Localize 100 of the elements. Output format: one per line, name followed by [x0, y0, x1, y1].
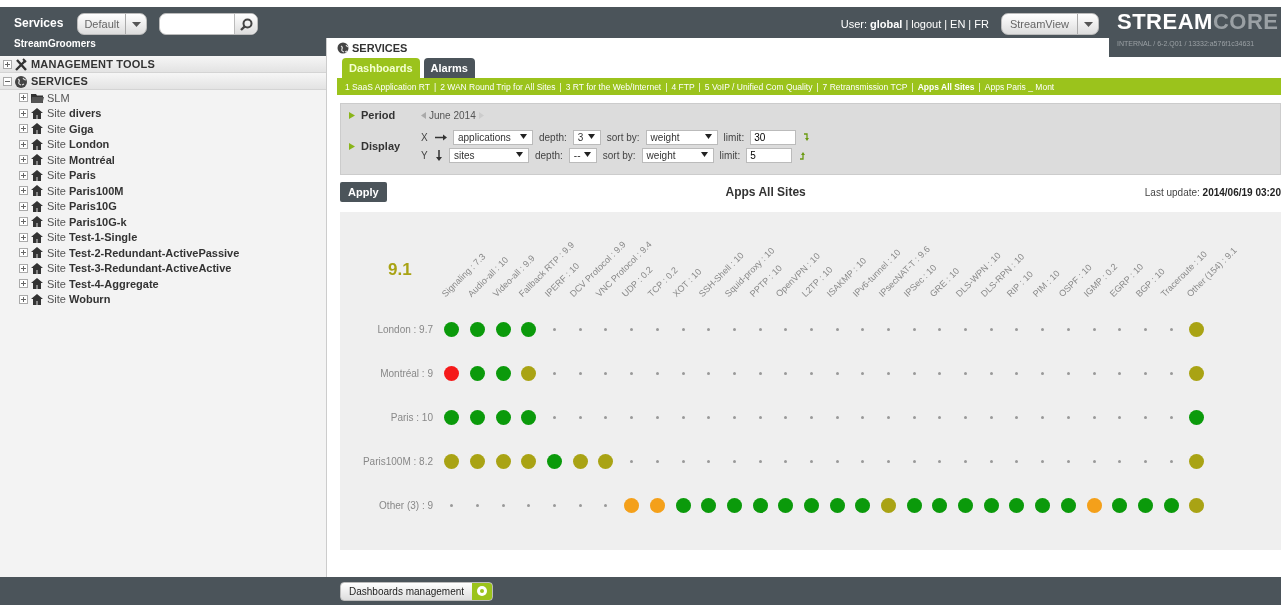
empty-marker — [938, 415, 942, 419]
empty-marker — [1092, 415, 1096, 419]
logo: STREAMCORE — [1117, 10, 1280, 34]
empty-marker — [732, 371, 736, 375]
limit-field[interactable]: 30 — [750, 129, 797, 145]
dashboards-management-button[interactable]: Dashboards management — [340, 581, 494, 601]
tree-item[interactable]: Site Giga — [47, 122, 94, 135]
search-field[interactable] — [159, 13, 259, 35]
empty-marker — [809, 371, 813, 375]
collapse-icon[interactable] — [3, 76, 12, 86]
empty-marker — [1169, 415, 1173, 419]
separator: | — [968, 18, 972, 30]
empty-marker — [707, 459, 711, 463]
view-select[interactable]: Default — [77, 13, 148, 35]
empty-marker — [989, 415, 993, 419]
empty-marker — [1118, 327, 1122, 331]
expand-icon[interactable] — [19, 201, 28, 211]
empty-marker — [630, 459, 634, 463]
empty-marker — [655, 415, 659, 419]
expand-icon[interactable] — [19, 217, 28, 227]
empty-marker — [1092, 327, 1096, 331]
tree-item[interactable]: Site Montréal — [47, 153, 115, 166]
empty-marker — [938, 371, 942, 375]
caret-icon — [130, 20, 142, 28]
empty-marker — [809, 459, 813, 463]
last-update: Last update: 2014/06/19 03:20 — [1144, 186, 1281, 198]
empty-marker — [784, 459, 788, 463]
tree-item[interactable]: Site Test-3-Redundant-ActiveActive — [47, 262, 232, 275]
tree-item[interactable]: SERVICES — [31, 75, 89, 87]
sort-select[interactable]: weight — [645, 129, 718, 145]
apply-button[interactable]: Apply — [340, 182, 387, 202]
expand-icon[interactable] — [19, 170, 28, 180]
field-select[interactable]: applications — [453, 129, 533, 145]
header-link[interactable]: FR — [974, 18, 989, 30]
app-select[interactable]: StreamView — [1000, 13, 1099, 35]
expand-icon[interactable] — [19, 294, 28, 304]
depth-select[interactable]: 3 — [572, 129, 601, 145]
tree-item[interactable]: SLM — [47, 91, 70, 104]
sort-label: sort by: — [602, 149, 636, 161]
section-title: SERVICES — [352, 42, 408, 54]
empty-marker — [912, 415, 916, 419]
tree-item[interactable]: Site Paris10G — [47, 200, 117, 213]
tree-item[interactable]: Site Woburn — [47, 293, 111, 306]
empty-marker — [604, 371, 608, 375]
field-select[interactable]: sites — [449, 147, 529, 163]
expand-icon[interactable] — [19, 155, 28, 165]
tree-item[interactable]: Site Paris10G-k — [47, 215, 127, 228]
header-link[interactable]: EN — [950, 18, 966, 30]
empty-marker — [604, 503, 608, 507]
empty-marker — [630, 327, 634, 331]
empty-marker — [527, 503, 531, 507]
house-icon — [30, 137, 44, 151]
tree-item[interactable]: Site divers — [47, 107, 102, 120]
expand-icon[interactable] — [19, 124, 28, 134]
tools-icon — [14, 57, 28, 71]
empty-marker — [1143, 371, 1147, 375]
tab[interactable]: Alarms — [423, 58, 475, 78]
row-label: Paris : 10 — [389, 410, 434, 425]
empty-marker — [835, 459, 839, 463]
expand-icon[interactable] — [19, 232, 28, 242]
empty-marker — [964, 327, 968, 331]
empty-marker — [861, 371, 865, 375]
tree-item[interactable]: Site Paris — [47, 169, 96, 182]
house-icon — [30, 168, 44, 182]
limit-field[interactable]: 5 — [746, 147, 793, 163]
sort-select[interactable]: weight — [641, 147, 714, 163]
empty-marker — [681, 371, 685, 375]
house-icon — [30, 153, 44, 167]
tree-item[interactable]: Site Test-1-Single — [47, 231, 138, 244]
caret-icon — [704, 134, 713, 140]
empty-marker — [1169, 371, 1173, 375]
depth-select[interactable]: -- — [568, 147, 597, 163]
header-link[interactable]: logout — [911, 18, 942, 30]
expand-icon[interactable] — [3, 59, 12, 69]
empty-marker — [476, 503, 480, 507]
expand-icon[interactable] — [19, 186, 28, 196]
empty-marker — [1015, 415, 1019, 419]
tree-item[interactable]: Site London — [47, 138, 110, 151]
empty-marker — [655, 459, 659, 463]
separator: | — [665, 81, 668, 92]
tree-item[interactable]: Site Test-2-Redundant-ActivePassive — [47, 246, 240, 259]
empty-marker — [1092, 371, 1096, 375]
expand-icon[interactable] — [19, 108, 28, 118]
expand-icon[interactable] — [19, 139, 28, 149]
empty-marker — [732, 459, 736, 463]
empty-marker — [1066, 415, 1070, 419]
tree-item[interactable]: Site Paris100M — [47, 184, 124, 197]
empty-marker — [938, 327, 942, 331]
expand-icon[interactable] — [19, 279, 28, 289]
empty-marker — [1041, 327, 1045, 331]
separator: | — [944, 18, 948, 30]
tree-item[interactable]: Site Test-4-Aggregate — [47, 277, 159, 290]
empty-marker — [604, 327, 608, 331]
empty-marker — [912, 371, 916, 375]
empty-marker — [501, 503, 505, 507]
expand-icon[interactable] — [19, 263, 28, 273]
empty-marker — [655, 371, 659, 375]
expand-icon[interactable] — [19, 248, 28, 258]
expand-icon[interactable] — [19, 93, 28, 103]
empty-marker — [887, 415, 891, 419]
